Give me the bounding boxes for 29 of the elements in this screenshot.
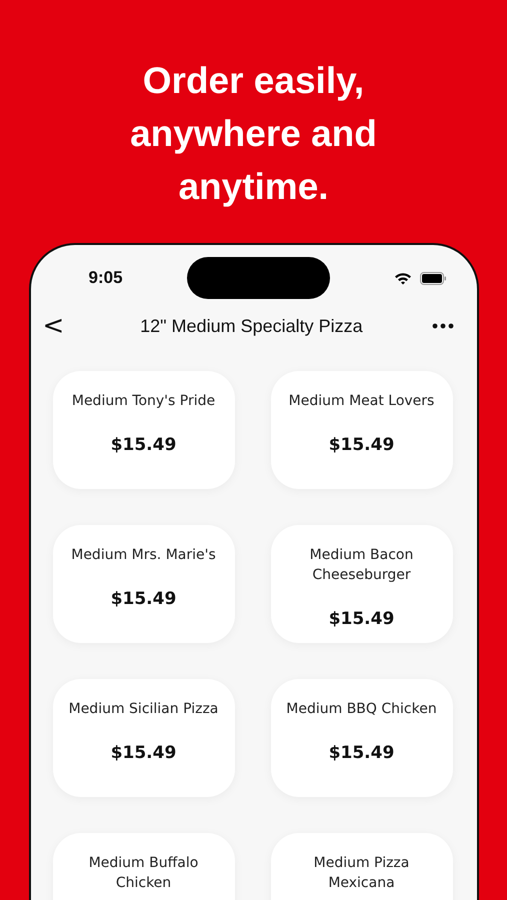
item-price: $15.49 [328, 434, 394, 457]
item-name: Medium Meat Lovers [288, 392, 434, 411]
pizza-card[interactable]: Medium Sicilian Pizza $15.49 [52, 679, 234, 797]
pizza-card[interactable]: Medium Mrs. Marie's $15.49 [52, 525, 234, 643]
headline: Order easily, anywhere and anytime. [129, 59, 378, 209]
item-price: $15.49 [110, 434, 176, 457]
item-name: Medium BBQ Chicken [286, 700, 437, 719]
item-price: $15.49 [110, 588, 176, 611]
pizza-card[interactable]: Medium Bacon Cheeseburger $15.49 [270, 525, 452, 643]
item-name: Medium Buffalo Chicken [88, 854, 200, 893]
pizza-card[interactable]: Medium BBQ Chicken $15.49 [270, 679, 452, 797]
battery-icon [420, 272, 446, 284]
status-time: 9:05 [88, 268, 123, 288]
pizza-card[interactable]: Medium Meat Lovers $15.49 [270, 371, 452, 489]
more-icon[interactable] [432, 323, 454, 329]
item-name: Medium Mrs. Marie's [71, 546, 216, 565]
screen-title: 12" Medium Specialty Pizza [140, 316, 363, 336]
item-price: $15.49 [110, 742, 176, 765]
item-name: Medium Sicilian Pizza [68, 700, 218, 719]
item-name: Medium Pizza Mexicana [312, 854, 410, 893]
back-button[interactable]: < [36, 311, 70, 341]
pizza-card[interactable]: Medium Pizza Mexicana [270, 833, 452, 900]
item-price: $15.49 [328, 742, 394, 765]
pizza-card[interactable]: Medium Tony's Pride $15.49 [52, 371, 234, 489]
item-price: $15.49 [328, 608, 394, 631]
item-name: Medium Bacon Cheeseburger [308, 546, 414, 585]
wifi-icon [394, 272, 412, 284]
item-name: Medium Tony's Pride [72, 392, 216, 411]
pizza-card[interactable]: Medium Buffalo Chicken [52, 833, 234, 900]
